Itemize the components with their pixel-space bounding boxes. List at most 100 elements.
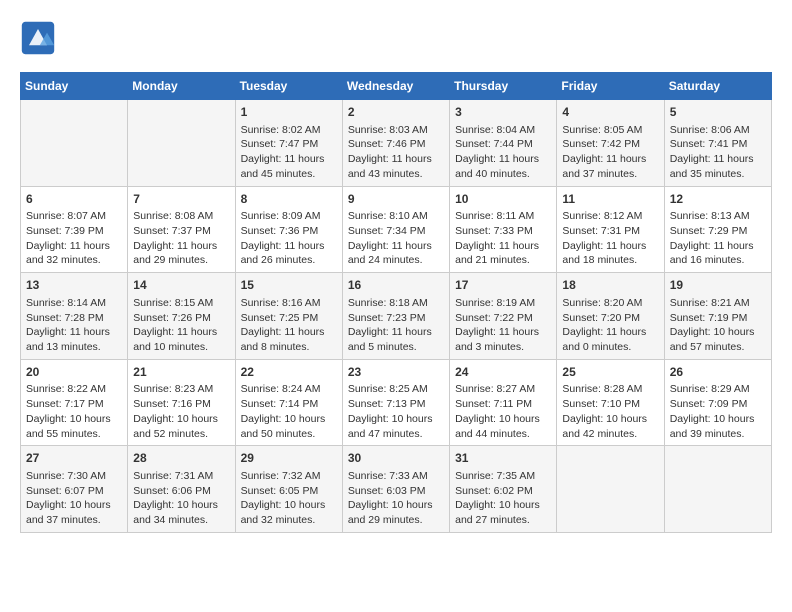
calendar-cell: 31Sunrise: 7:35 AM Sunset: 6:02 PM Dayli… xyxy=(450,446,557,533)
calendar-cell: 20Sunrise: 8:22 AM Sunset: 7:17 PM Dayli… xyxy=(21,359,128,446)
day-number: 20 xyxy=(26,364,122,381)
day-info: Sunrise: 8:16 AM Sunset: 7:25 PM Dayligh… xyxy=(241,296,337,355)
day-info: Sunrise: 7:32 AM Sunset: 6:05 PM Dayligh… xyxy=(241,469,337,528)
calendar-cell: 27 Sunrise: 7:30 AM Sunset: 6:07 PM Dayli… xyxy=(21,446,128,533)
calendar-table: SundayMondayTuesdayWednesdayThursdayFrid… xyxy=(20,72,772,533)
day-number: 3 xyxy=(455,104,551,121)
day-number: 15 xyxy=(241,277,337,294)
day-number: 30 xyxy=(348,450,444,467)
calendar-cell: 15 Sunrise: 8:16 AM Sunset: 7:25 PM Dayli… xyxy=(235,273,342,360)
day-number: 16 xyxy=(348,277,444,294)
calendar-cell: 6Sunrise: 8:07 AM Sunset: 7:39 PM Daylig… xyxy=(21,186,128,273)
day-number: 1 xyxy=(241,104,337,121)
calendar-cell: 29 Sunrise: 7:32 AM Sunset: 6:05 PM Dayli… xyxy=(235,446,342,533)
calendar-cell: 4Sunrise: 8:05 AM Sunset: 7:42 PM Daylig… xyxy=(557,100,664,187)
day-of-week-saturday: Saturday xyxy=(664,73,771,100)
calendar-cell: 30 Sunrise: 7:33 AM Sunset: 6:03 PM Dayli… xyxy=(342,446,449,533)
day-of-week-thursday: Thursday xyxy=(450,73,557,100)
day-info: Sunrise: 8:15 AM Sunset: 7:26 PM Dayligh… xyxy=(133,296,229,355)
day-info: Sunrise: 8:03 AM Sunset: 7:46 PM Dayligh… xyxy=(348,123,444,182)
day-number: 29 xyxy=(241,450,337,467)
day-info: Sunrise: 7:33 AM Sunset: 6:03 PM Dayligh… xyxy=(348,469,444,528)
day-info: Sunrise: 8:29 AM Sunset: 7:09 PM Dayligh… xyxy=(670,382,766,441)
day-info: Sunrise: 8:25 AM Sunset: 7:13 PM Dayligh… xyxy=(348,382,444,441)
calendar-cell: 7Sunrise: 8:08 AM Sunset: 7:37 PM Daylig… xyxy=(128,186,235,273)
day-info: Sunrise: 8:20 AM Sunset: 7:20 PM Dayligh… xyxy=(562,296,658,355)
day-number: 10 xyxy=(455,191,551,208)
day-number: 18 xyxy=(562,277,658,294)
day-number: 6 xyxy=(26,191,122,208)
calendar-cell: 14 Sunrise: 8:15 AM Sunset: 7:26 PM Dayli… xyxy=(128,273,235,360)
calendar-cell: 28 Sunrise: 7:31 AM Sunset: 6:06 PM Dayli… xyxy=(128,446,235,533)
day-number: 13 xyxy=(26,277,122,294)
day-number: 27 xyxy=(26,450,122,467)
calendar-cell: 13 Sunrise: 8:14 AM Sunset: 7:28 PM Dayli… xyxy=(21,273,128,360)
calendar-cell: 12Sunrise: 8:13 AM Sunset: 7:29 PM Dayli… xyxy=(664,186,771,273)
day-info: Sunrise: 8:02 AM Sunset: 7:47 PM Dayligh… xyxy=(241,123,337,182)
calendar-week-1: 1 Sunrise: 8:02 AM Sunset: 7:47 PM Daylig… xyxy=(21,100,772,187)
day-number: 28 xyxy=(133,450,229,467)
day-info: Sunrise: 7:30 AM Sunset: 6:07 PM Dayligh… xyxy=(26,469,122,528)
logo-icon xyxy=(20,20,56,56)
day-of-week-sunday: Sunday xyxy=(21,73,128,100)
day-info: Sunrise: 7:31 AM Sunset: 6:06 PM Dayligh… xyxy=(133,469,229,528)
day-number: 8 xyxy=(241,191,337,208)
day-info: Sunrise: 8:23 AM Sunset: 7:16 PM Dayligh… xyxy=(133,382,229,441)
day-info: Sunrise: 8:14 AM Sunset: 7:28 PM Dayligh… xyxy=(26,296,122,355)
day-number: 23 xyxy=(348,364,444,381)
calendar-cell: 5Sunrise: 8:06 AM Sunset: 7:41 PM Daylig… xyxy=(664,100,771,187)
day-info: Sunrise: 8:04 AM Sunset: 7:44 PM Dayligh… xyxy=(455,123,551,182)
day-number: 14 xyxy=(133,277,229,294)
day-info: Sunrise: 8:22 AM Sunset: 7:17 PM Dayligh… xyxy=(26,382,122,441)
day-number: 19 xyxy=(670,277,766,294)
day-of-week-wednesday: Wednesday xyxy=(342,73,449,100)
day-number: 31 xyxy=(455,450,551,467)
calendar-cell: 17 Sunrise: 8:19 AM Sunset: 7:22 PM Dayli… xyxy=(450,273,557,360)
calendar-week-3: 13 Sunrise: 8:14 AM Sunset: 7:28 PM Dayli… xyxy=(21,273,772,360)
day-number: 17 xyxy=(455,277,551,294)
day-info: Sunrise: 8:18 AM Sunset: 7:23 PM Dayligh… xyxy=(348,296,444,355)
calendar-body: 1 Sunrise: 8:02 AM Sunset: 7:47 PM Daylig… xyxy=(21,100,772,533)
calendar-cell xyxy=(664,446,771,533)
page-header xyxy=(20,20,772,56)
calendar-cell: 22Sunrise: 8:24 AM Sunset: 7:14 PM Dayli… xyxy=(235,359,342,446)
day-info: Sunrise: 8:10 AM Sunset: 7:34 PM Dayligh… xyxy=(348,209,444,268)
day-info: Sunrise: 8:08 AM Sunset: 7:37 PM Dayligh… xyxy=(133,209,229,268)
day-info: Sunrise: 8:06 AM Sunset: 7:41 PM Dayligh… xyxy=(670,123,766,182)
day-of-week-monday: Monday xyxy=(128,73,235,100)
day-info: Sunrise: 8:19 AM Sunset: 7:22 PM Dayligh… xyxy=(455,296,551,355)
day-number: 12 xyxy=(670,191,766,208)
day-info: Sunrise: 8:28 AM Sunset: 7:10 PM Dayligh… xyxy=(562,382,658,441)
day-number: 2 xyxy=(348,104,444,121)
day-number: 9 xyxy=(348,191,444,208)
day-number: 4 xyxy=(562,104,658,121)
calendar-cell: 11Sunrise: 8:12 AM Sunset: 7:31 PM Dayli… xyxy=(557,186,664,273)
day-number: 25 xyxy=(562,364,658,381)
day-info: Sunrise: 8:07 AM Sunset: 7:39 PM Dayligh… xyxy=(26,209,122,268)
day-info: Sunrise: 8:11 AM Sunset: 7:33 PM Dayligh… xyxy=(455,209,551,268)
day-number: 21 xyxy=(133,364,229,381)
calendar-cell: 3 Sunrise: 8:04 AM Sunset: 7:44 PM Daylig… xyxy=(450,100,557,187)
day-number: 26 xyxy=(670,364,766,381)
day-info: Sunrise: 8:24 AM Sunset: 7:14 PM Dayligh… xyxy=(241,382,337,441)
day-info: Sunrise: 8:13 AM Sunset: 7:29 PM Dayligh… xyxy=(670,209,766,268)
calendar-cell: 10Sunrise: 8:11 AM Sunset: 7:33 PM Dayli… xyxy=(450,186,557,273)
logo xyxy=(20,20,60,56)
calendar-cell: 24Sunrise: 8:27 AM Sunset: 7:11 PM Dayli… xyxy=(450,359,557,446)
day-number: 24 xyxy=(455,364,551,381)
day-info: Sunrise: 8:12 AM Sunset: 7:31 PM Dayligh… xyxy=(562,209,658,268)
day-number: 7 xyxy=(133,191,229,208)
day-info: Sunrise: 8:21 AM Sunset: 7:19 PM Dayligh… xyxy=(670,296,766,355)
day-of-week-tuesday: Tuesday xyxy=(235,73,342,100)
day-number: 11 xyxy=(562,191,658,208)
calendar-week-4: 20Sunrise: 8:22 AM Sunset: 7:17 PM Dayli… xyxy=(21,359,772,446)
day-number: 22 xyxy=(241,364,337,381)
calendar-week-2: 6Sunrise: 8:07 AM Sunset: 7:39 PM Daylig… xyxy=(21,186,772,273)
calendar-cell: 21Sunrise: 8:23 AM Sunset: 7:16 PM Dayli… xyxy=(128,359,235,446)
calendar-cell: 25Sunrise: 8:28 AM Sunset: 7:10 PM Dayli… xyxy=(557,359,664,446)
calendar-cell: 1 Sunrise: 8:02 AM Sunset: 7:47 PM Daylig… xyxy=(235,100,342,187)
calendar-cell: 8Sunrise: 8:09 AM Sunset: 7:36 PM Daylig… xyxy=(235,186,342,273)
day-info: Sunrise: 8:27 AM Sunset: 7:11 PM Dayligh… xyxy=(455,382,551,441)
days-of-week-row: SundayMondayTuesdayWednesdayThursdayFrid… xyxy=(21,73,772,100)
calendar-cell xyxy=(557,446,664,533)
